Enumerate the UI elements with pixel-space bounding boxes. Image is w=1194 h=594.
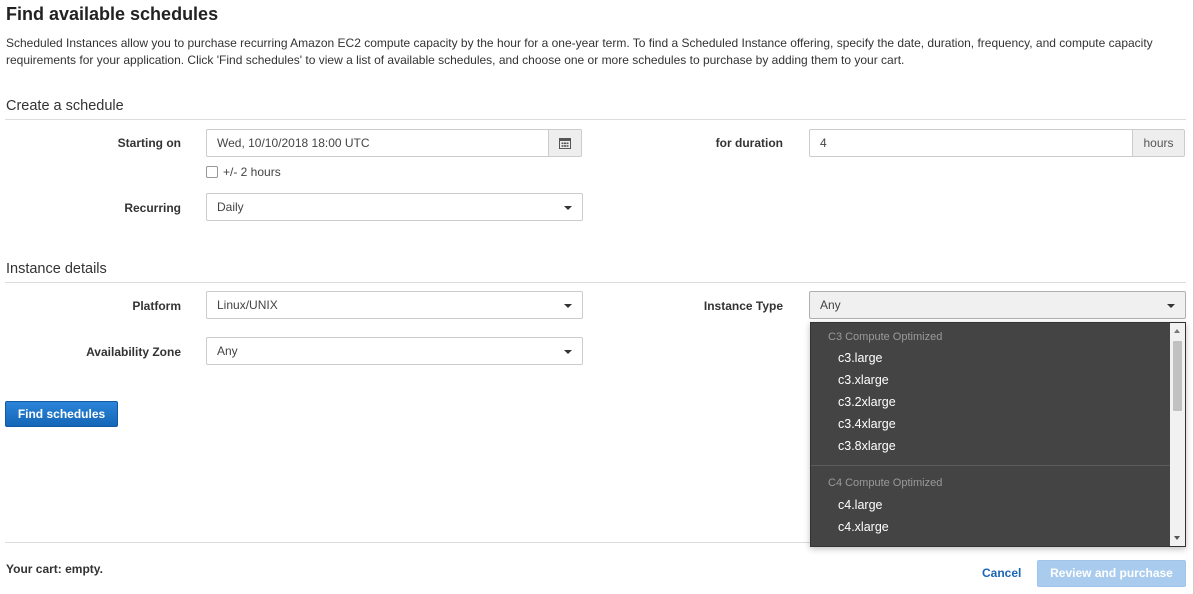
starting-on-label: Starting on [117,136,181,150]
recurring-label: Recurring [124,201,181,215]
dropdown-group-label: C3 Compute Optimized [828,331,943,343]
platform-label: Platform [132,299,181,313]
availability-zone-select[interactable]: Any [206,337,583,365]
calendar-icon [559,138,571,149]
intro-text: Scheduled Instances allow you to purchas… [6,36,1153,67]
chevron-down-icon [1167,304,1175,308]
dropdown-group-label: C4 Compute Optimized [828,477,943,489]
duration-label: for duration [715,136,783,150]
flex-hours-label: +/- 2 hours [223,165,281,179]
dropdown-option[interactable]: c3.4xlarge [838,417,896,431]
chevron-down-icon [564,350,572,354]
instance-type-select-value: Any [820,298,841,312]
duration-unit: hours [1132,129,1185,157]
starting-on-input[interactable]: Wed, 10/10/2018 18:00 UTC [206,129,549,157]
review-and-purchase-button[interactable]: Review and purchase [1037,560,1186,587]
dropdown-option[interactable]: c4.large [838,498,882,512]
availability-zone-label: Availability Zone [86,345,181,359]
instance-type-label: Instance Type [703,299,783,313]
scroll-up-arrow-icon[interactable] [1174,329,1180,333]
scrollbar-thumb[interactable] [1173,341,1182,411]
platform-select[interactable]: Linux/UNIX [206,291,583,319]
section-title-instance-details: Instance details [6,261,107,277]
recurring-select-value: Daily [217,200,244,214]
dropdown-option[interactable]: c3.large [838,351,882,365]
availability-zone-select-value: Any [217,344,238,358]
instance-type-select[interactable]: Any [809,291,1186,319]
section-title-create-schedule: Create a schedule [6,98,124,114]
page-title: Find available schedules [6,4,219,24]
platform-select-value: Linux/UNIX [217,298,278,312]
dropdown-separator [811,465,1171,466]
calendar-button[interactable] [548,129,582,157]
scroll-down-arrow-icon[interactable] [1174,536,1180,540]
flex-hours-checkbox[interactable] [206,166,218,178]
recurring-select[interactable]: Daily [206,193,583,221]
dropdown-option[interactable]: c4.xlarge [838,520,889,534]
duration-input[interactable]: 4 [809,129,1133,157]
cancel-link[interactable]: Cancel [982,566,1021,580]
chevron-down-icon [564,206,572,210]
section-divider [5,119,1186,120]
dropdown-option[interactable]: c3.xlarge [838,373,889,387]
dropdown-option[interactable]: c3.2xlarge [838,395,896,409]
dropdown-scrollbar[interactable] [1170,323,1185,546]
find-schedules-button[interactable]: Find schedules [5,401,118,427]
dropdown-option[interactable]: c3.8xlarge [838,439,896,453]
chevron-down-icon [564,304,572,308]
section-divider [5,282,1186,283]
instance-type-dropdown[interactable]: C3 Compute Optimized c3.large c3.xlarge … [810,322,1186,547]
cart-status: Your cart: empty. [6,562,103,576]
